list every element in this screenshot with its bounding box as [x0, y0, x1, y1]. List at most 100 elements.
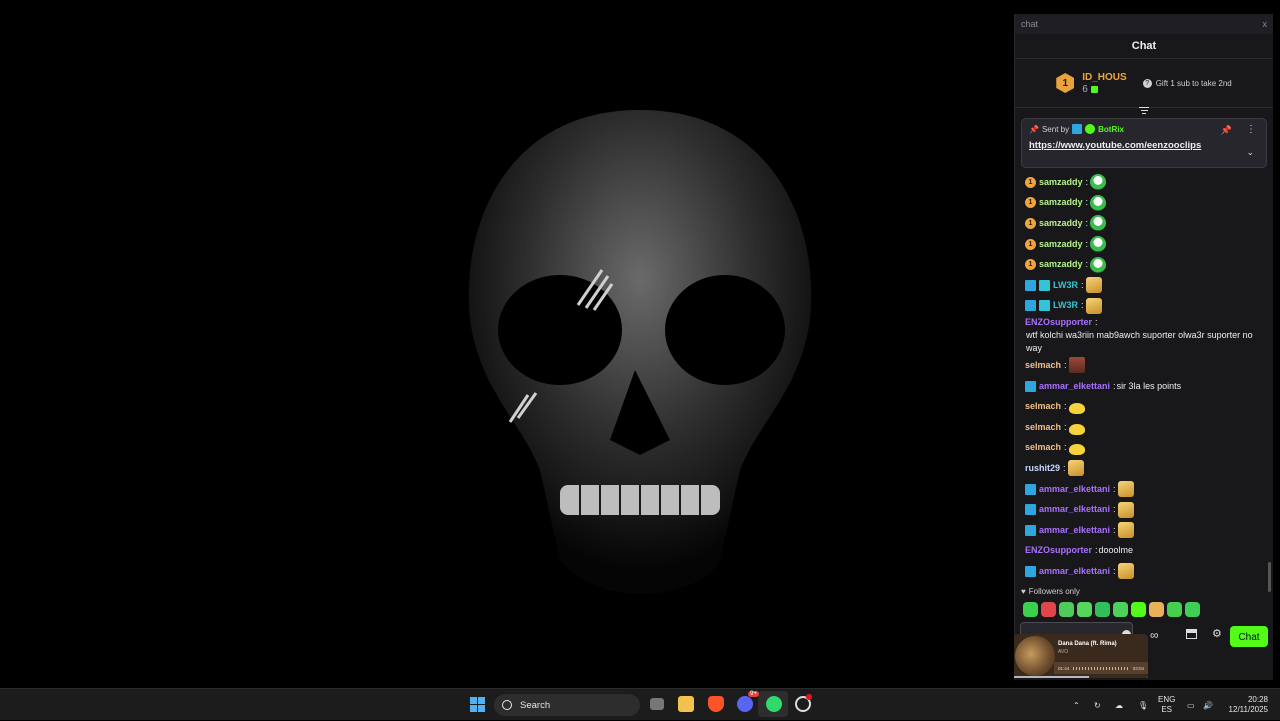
- close-window-button[interactable]: x: [1263, 19, 1268, 29]
- chat-message[interactable]: 1 samzaddy:: [1015, 254, 1268, 275]
- chat-username[interactable]: samzaddy: [1039, 176, 1083, 189]
- steam-icon[interactable]: [795, 694, 812, 712]
- spotify-icon[interactable]: [758, 691, 788, 717]
- chat-messages-list[interactable]: 1 samzaddy:1 samzaddy:1 samzaddy:1 samzaddy:…: [1015, 172, 1268, 588]
- infinity-icon[interactable]: ∞: [1150, 628, 1159, 642]
- chat-message[interactable]: ammar_elkettani:: [1015, 479, 1268, 500]
- file-explorer-icon[interactable]: [678, 696, 694, 712]
- quick-emote-icon[interactable]: [1167, 602, 1182, 617]
- blob-emote-icon[interactable]: [1068, 423, 1085, 435]
- pinned-link[interactable]: https://www.youtube.com/eenzooclips: [1029, 140, 1259, 151]
- pray-emote-icon[interactable]: [1117, 522, 1134, 539]
- chat-username[interactable]: samzaddy: [1039, 258, 1083, 271]
- chat-username[interactable]: ammar_elkettani: [1039, 565, 1110, 578]
- quick-emote-icon[interactable]: [1149, 602, 1164, 617]
- filter-icon[interactable]: [1139, 105, 1149, 114]
- chat-username[interactable]: ENZOsupporter: [1025, 316, 1092, 329]
- chat-scrollbar[interactable]: [1268, 562, 1271, 592]
- pray-emote-icon[interactable]: [1117, 481, 1134, 498]
- chat-message[interactable]: ammar_elkettani:: [1015, 520, 1268, 541]
- unpin-icon[interactable]: 📌: [1221, 125, 1232, 136]
- chat-message[interactable]: 1 samzaddy:: [1015, 234, 1268, 255]
- onedrive-cloud-icon[interactable]: ☁: [1115, 689, 1123, 721]
- network-icon[interactable]: ▭: [1187, 689, 1195, 721]
- chevron-down-icon[interactable]: ⌄: [1246, 147, 1254, 158]
- brave-browser-icon[interactable]: [708, 696, 724, 712]
- skull-emote-icon[interactable]: [1090, 256, 1107, 273]
- chat-message[interactable]: selmach:: [1015, 355, 1268, 376]
- chat-message[interactable]: 1 samzaddy:: [1015, 213, 1268, 234]
- chat-username[interactable]: selmach: [1025, 421, 1061, 434]
- chat-message[interactable]: LW3R:: [1015, 296, 1268, 317]
- chat-message[interactable]: rushit29:: [1015, 458, 1268, 479]
- quick-emote-icon[interactable]: [1131, 602, 1146, 617]
- pray-emote-icon[interactable]: [1117, 501, 1134, 518]
- store-icon[interactable]: [1186, 629, 1197, 639]
- gift-sub-prompt[interactable]: ? Gift 1 sub to take 2nd: [1142, 78, 1232, 88]
- send-chat-button[interactable]: Chat: [1230, 626, 1268, 647]
- more-options-icon[interactable]: ⋮: [1246, 124, 1256, 135]
- chat-username[interactable]: rushit29: [1025, 462, 1060, 475]
- blob-emote-icon[interactable]: [1068, 444, 1085, 456]
- chat-username[interactable]: ammar_elkettani: [1039, 380, 1110, 393]
- quick-emote-icon[interactable]: [1185, 602, 1200, 617]
- spotify-mini-player[interactable]: Dana Dana (ft. Rima) AVO 01:44 03:04: [1014, 634, 1148, 678]
- quick-emote-icon[interactable]: [1059, 602, 1074, 617]
- chat-username[interactable]: ammar_elkettani: [1039, 483, 1110, 496]
- window-title: chat: [1021, 19, 1039, 29]
- language-indicator[interactable]: ENG ES: [1158, 695, 1175, 715]
- chat-message[interactable]: ENZOsupporter: wtf kolchi wa3riin mab9awc…: [1015, 316, 1268, 355]
- chat-message[interactable]: LW3R:: [1015, 275, 1268, 296]
- chat-message[interactable]: selmach:: [1015, 438, 1268, 459]
- quick-emote-icon[interactable]: [1113, 602, 1128, 617]
- pray-emote-icon[interactable]: [1085, 277, 1102, 294]
- chat-username[interactable]: ENZOsupporter: [1025, 544, 1092, 557]
- playback-scrubber[interactable]: 01:44 03:04: [1054, 662, 1148, 674]
- volume-icon[interactable]: 🔊: [1203, 689, 1213, 721]
- chat-username[interactable]: samzaddy: [1039, 238, 1083, 251]
- chat-username[interactable]: LW3R: [1053, 279, 1078, 292]
- gear-icon[interactable]: ⚙: [1212, 627, 1222, 640]
- sub-gift-leaderboard[interactable]: 1 ID_HOUS 6 ? Gift 1 sub to take 2nd: [1015, 59, 1273, 114]
- chat-username[interactable]: ammar_elkettani: [1039, 524, 1110, 537]
- quick-emote-icon[interactable]: [1077, 602, 1092, 617]
- quick-emote-icon[interactable]: [1023, 602, 1038, 617]
- followers-only-notice: ♥ Followers only: [1021, 587, 1080, 596]
- pinned-bot-name[interactable]: BotRix: [1098, 125, 1124, 134]
- blob-emote-icon[interactable]: [1068, 403, 1085, 415]
- taskbar-search[interactable]: Search: [494, 694, 640, 716]
- windows-start-icon[interactable]: [470, 697, 485, 712]
- chat-username[interactable]: selmach: [1025, 441, 1061, 454]
- show-hidden-icons[interactable]: ⌃: [1073, 689, 1080, 721]
- chat-message[interactable]: ammar_elkettani: sir 3la les points: [1015, 376, 1268, 397]
- face-emote-icon[interactable]: [1068, 357, 1085, 374]
- discord-icon[interactable]: 9+: [737, 691, 759, 712]
- chat-message[interactable]: selmach:: [1015, 396, 1268, 417]
- chat-username[interactable]: LW3R: [1053, 299, 1078, 312]
- pray-emote-icon[interactable]: [1085, 297, 1102, 314]
- chat-message[interactable]: selmach:: [1015, 417, 1268, 438]
- chat-message[interactable]: ammar_elkettani:: [1015, 499, 1268, 520]
- skull-emote-icon[interactable]: [1090, 236, 1107, 253]
- quick-emote-icon[interactable]: [1041, 602, 1056, 617]
- chat-message[interactable]: ammar_elkettani:: [1015, 561, 1268, 582]
- skull-emote-icon[interactable]: [1090, 194, 1107, 211]
- system-clock[interactable]: 20:28 12/11/2025: [1220, 695, 1268, 715]
- task-view-icon[interactable]: [650, 698, 664, 710]
- chat-message[interactable]: 1 samzaddy:: [1015, 193, 1268, 214]
- pray-emote-icon[interactable]: [1067, 460, 1084, 477]
- sync-icon[interactable]: ↻: [1094, 689, 1101, 721]
- chat-username[interactable]: ammar_elkettani: [1039, 503, 1110, 516]
- chat-message[interactable]: ENZOsupporter: dooolme: [1015, 541, 1268, 562]
- chat-username[interactable]: selmach: [1025, 359, 1061, 372]
- chat-username[interactable]: samzaddy: [1039, 217, 1083, 230]
- chat-message[interactable]: 1 samzaddy:: [1015, 172, 1268, 193]
- chat-username[interactable]: samzaddy: [1039, 196, 1083, 209]
- microphone-icon[interactable]: 🎙: [1138, 689, 1148, 721]
- skull-emote-icon[interactable]: [1090, 215, 1107, 232]
- pray-emote-icon[interactable]: [1117, 563, 1134, 580]
- chat-username[interactable]: selmach: [1025, 400, 1061, 413]
- quick-emote-icon[interactable]: [1095, 602, 1110, 617]
- skull-emote-icon[interactable]: [1090, 174, 1107, 191]
- window-titlebar[interactable]: chat x: [1015, 14, 1273, 34]
